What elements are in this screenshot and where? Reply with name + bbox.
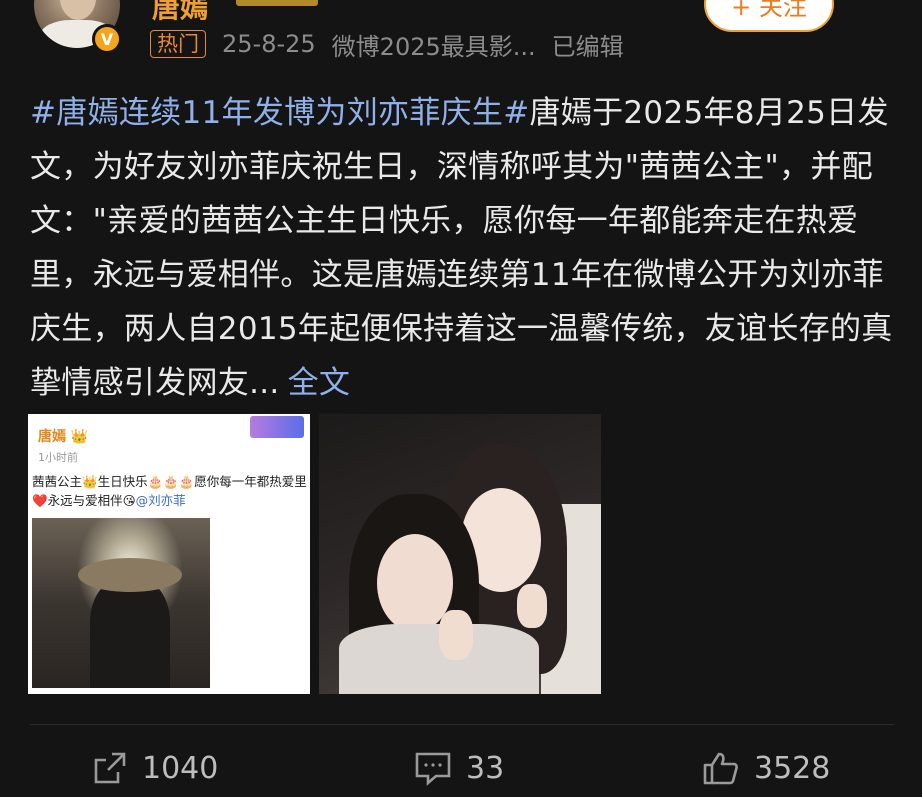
thumbs-up-icon	[702, 750, 740, 786]
post-body: 唐嫣于2025年8月25日发文，为好友刘亦菲庆祝生日，深情称呼其为"茜茜公主"，…	[30, 95, 893, 401]
comment-button[interactable]: 33	[414, 746, 504, 790]
post-text: #唐嫣连续11年发博为刘亦菲庆生#唐嫣于2025年8月25日发文，为好友刘亦菲庆…	[30, 86, 896, 410]
like-button[interactable]: 3528	[702, 746, 830, 790]
screenshot-text: 茜茜公主👑生日快乐🎂🎂🎂愿你每一年都热爱里❤️永远与爱相伴😘@刘亦菲	[32, 474, 307, 508]
comment-count: 33	[466, 750, 505, 786]
post-meta: 热门 25-8-25 微博2025最具影... 已编辑	[150, 27, 624, 62]
user-level-badge	[236, 0, 318, 6]
divider	[30, 724, 894, 725]
full-text-link[interactable]: 全文	[288, 365, 351, 401]
screenshot-time: 1小时前	[38, 451, 78, 464]
like-count: 3528	[754, 750, 831, 786]
peace-sign-left	[439, 610, 473, 660]
post-source[interactable]: 微博2025最具影...	[332, 27, 536, 62]
share-count: 1040	[142, 750, 219, 786]
share-icon	[92, 750, 128, 786]
comment-icon	[414, 750, 452, 786]
screenshot-photo	[32, 518, 210, 688]
photo-person	[90, 578, 170, 688]
screenshot-mention: @刘亦菲	[135, 493, 186, 508]
post-image-selfie[interactable]	[319, 414, 601, 694]
follow-button[interactable]: + 关注	[704, 0, 834, 32]
post-image-screenshot[interactable]: 唐嫣 👑 1小时前 茜茜公主👑生日快乐🎂🎂🎂愿你每一年都热爱里❤️永远与爱相伴😘…	[28, 414, 310, 694]
event-logo	[250, 416, 304, 438]
avatar-face	[60, 0, 96, 20]
username[interactable]: 唐嫣	[152, 0, 208, 26]
peace-sign-right	[517, 584, 547, 628]
share-button[interactable]: 1040	[92, 746, 218, 790]
hot-badge: 热门	[150, 30, 206, 58]
hashtag-link[interactable]: #唐嫣连续11年发博为刘亦菲庆生#	[30, 95, 530, 131]
verified-badge-icon: V	[92, 24, 122, 54]
edited-label[interactable]: 已编辑	[552, 27, 624, 62]
photo-hat	[78, 558, 182, 592]
weibo-post: V 唐嫣 + 关注 热门 25-8-25 微博2025最具影... 已编辑 #唐…	[0, 0, 922, 797]
screenshot-username: 唐嫣 👑	[38, 429, 89, 445]
post-date: 25-8-25	[222, 30, 316, 58]
